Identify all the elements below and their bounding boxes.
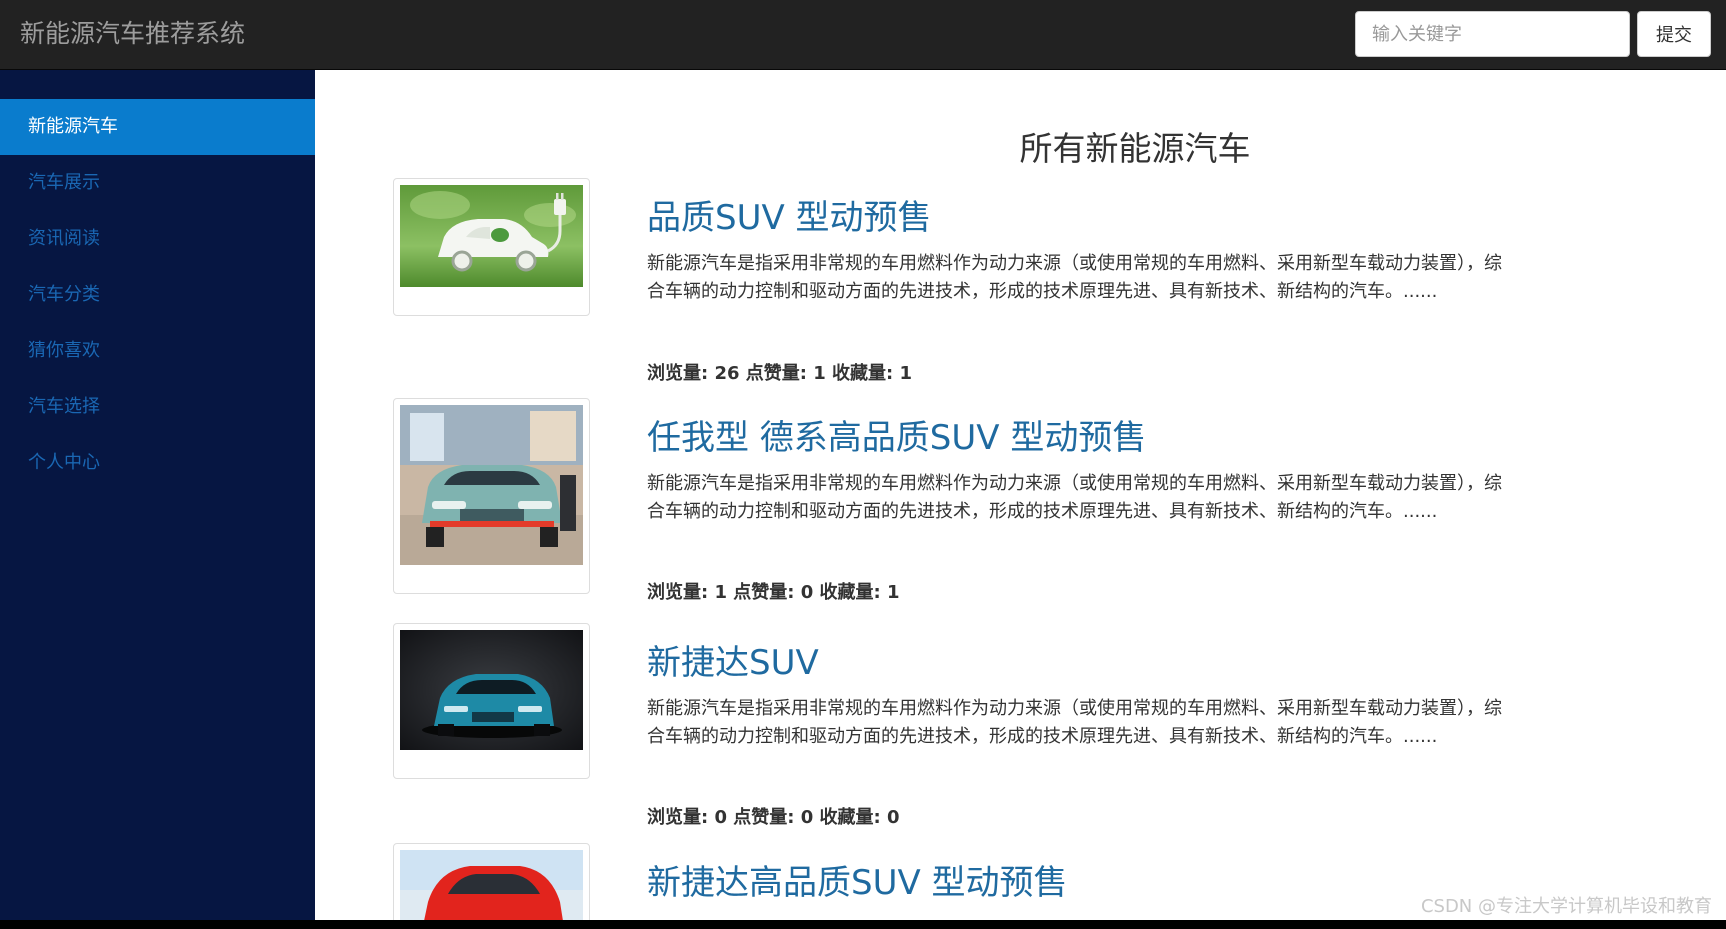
eco-car-image xyxy=(400,185,583,287)
watermark: CSDN @专注大学计算机毕设和教育 xyxy=(1420,896,1712,917)
blue-suv-image xyxy=(400,630,583,750)
sidebar-item-new-energy-cars[interactable]: 新能源汽车 xyxy=(0,99,315,155)
top-navbar: 新能源汽车推荐系统 提交 xyxy=(0,0,1726,70)
car-description: 新能源汽车是指采用非常规的车用燃料作为动力来源（或使用常规的车用燃料、采用新型车… xyxy=(647,473,1502,522)
sidebar-item-car-showcase[interactable]: 汽车展示 xyxy=(0,155,315,211)
bottom-edge xyxy=(0,920,1726,929)
car-stats: 浏览量: 1 点赞量: 0 收藏量: 1 xyxy=(647,582,900,603)
page: 新能源汽车推荐系统 提交 新能源汽车 汽车展示 资讯阅读 汽车分类 猜你喜欢 汽… xyxy=(0,0,1726,920)
app-title[interactable]: 新能源汽车推荐系统 xyxy=(20,16,245,52)
car-thumbnail[interactable] xyxy=(393,178,590,316)
car-stats: 浏览量: 26 点赞量: 1 收藏量: 1 xyxy=(647,363,913,384)
suv-showroom-image xyxy=(400,405,583,565)
sidebar: 新能源汽车 汽车展示 资讯阅读 汽车分类 猜你喜欢 汽车选择 个人中心 xyxy=(0,70,315,920)
red-suv-image xyxy=(400,850,583,920)
car-description: 新能源汽车是指采用非常规的车用燃料作为动力来源（或使用常规的车用燃料、采用新型车… xyxy=(647,253,1502,302)
car-title-link[interactable]: 品质SUV 型动预售 xyxy=(647,198,932,238)
sidebar-item-news-reading[interactable]: 资讯阅读 xyxy=(0,211,315,267)
car-thumbnail[interactable] xyxy=(393,398,590,594)
car-stats: 浏览量: 0 点赞量: 0 收藏量: 0 xyxy=(647,807,900,828)
car-description: 新能源汽车是指采用非常规的车用燃料作为动力来源（或使用常规的车用燃料、采用新型车… xyxy=(647,698,1502,747)
submit-button[interactable]: 提交 xyxy=(1637,11,1711,57)
main-content: 所有新能源汽车 品质SUV 型动预售 新能源汽车是指采用非常规的车用燃料作为动力… xyxy=(315,70,1726,920)
page-title: 所有新能源汽车 xyxy=(1019,129,1251,168)
car-thumbnail[interactable] xyxy=(393,843,590,920)
sidebar-item-recommendations[interactable]: 猜你喜欢 xyxy=(0,323,315,379)
car-title-link[interactable]: 任我型 德系高品质SUV 型动预售 xyxy=(647,418,1146,458)
car-title-link[interactable]: 新捷达高品质SUV 型动预售 xyxy=(647,863,1068,903)
sidebar-item-personal-center[interactable]: 个人中心 xyxy=(0,435,315,491)
car-thumbnail[interactable] xyxy=(393,623,590,779)
sidebar-item-car-categories[interactable]: 汽车分类 xyxy=(0,267,315,323)
search-input[interactable] xyxy=(1355,11,1630,57)
sidebar-menu: 新能源汽车 汽车展示 资讯阅读 汽车分类 猜你喜欢 汽车选择 个人中心 xyxy=(0,99,315,491)
sidebar-item-car-selection[interactable]: 汽车选择 xyxy=(0,379,315,435)
car-title-link[interactable]: 新捷达SUV xyxy=(647,643,819,683)
